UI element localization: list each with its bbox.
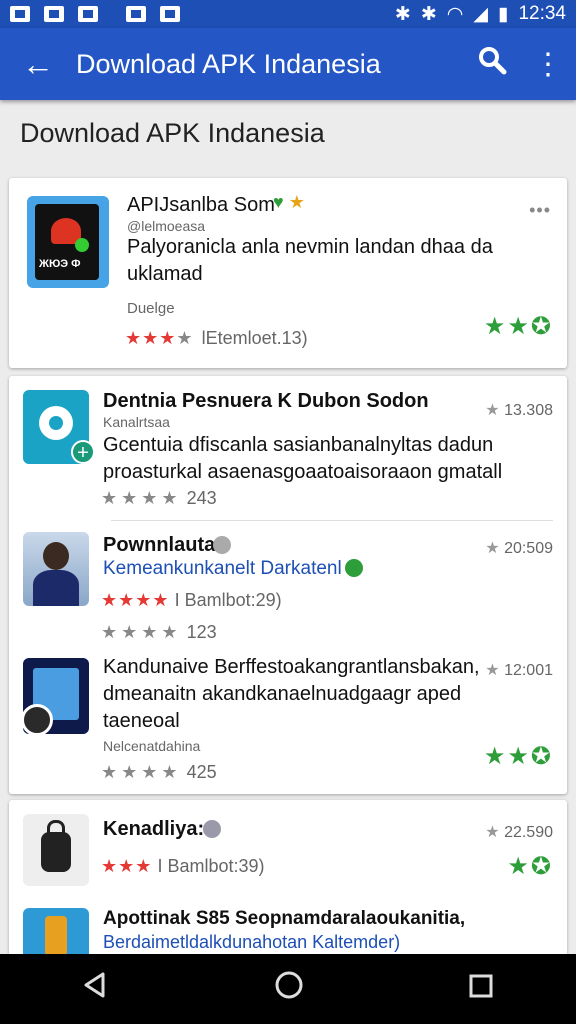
circle-home-icon[interactable] bbox=[274, 970, 304, 1009]
image-icon bbox=[78, 6, 98, 22]
verified-icon bbox=[345, 559, 363, 577]
list-item[interactable]: + Dentnia Pesnuera K Dubon Sodon ★ 13.30… bbox=[9, 376, 567, 518]
app-developer: Kanalrtsaa bbox=[103, 414, 170, 430]
app-bar-title: Download APK Indanesia bbox=[76, 48, 381, 79]
app-rating: ★★★★ 243 bbox=[101, 488, 217, 508]
app-rating: ★★★ I Bamlbot:39) bbox=[101, 856, 265, 876]
app-card[interactable]: ЖЮЭ Ф APIJsanlba Som ♥ ★ ••• @lelmoeasa … bbox=[9, 178, 567, 368]
stars: ★★★★ bbox=[101, 622, 182, 642]
app-rating-secondary: ★★★★ 123 bbox=[101, 622, 217, 642]
verified-badge: ★✪ bbox=[507, 853, 553, 880]
app-category: Duelge bbox=[127, 300, 175, 317]
app-rating: ★★★★ I Bamlbot:29) bbox=[101, 590, 282, 610]
list-item[interactable]: Apottinak S85 Seopnamdaralaoukanitia, Be… bbox=[9, 900, 567, 954]
app-name[interactable]: Pownnlauta bbox=[103, 534, 215, 557]
photo-icon bbox=[44, 6, 64, 22]
emoji-icons: ♥ ★ bbox=[273, 192, 305, 212]
app-rating: ★★★★ lEtemloet.13) bbox=[125, 328, 308, 348]
stars: ★★★★ bbox=[101, 590, 170, 610]
bluetooth-icon: ✱ bbox=[394, 3, 411, 25]
stars: ★★★★ bbox=[101, 488, 182, 508]
more-vert-icon[interactable]: ⋮ bbox=[520, 47, 576, 82]
app-icon[interactable]: ЖЮЭ Ф bbox=[27, 196, 109, 288]
photo-icon bbox=[126, 6, 146, 22]
image-icon bbox=[160, 6, 180, 22]
app-list-card: + Dentnia Pesnuera K Dubon Sodon ★ 13.30… bbox=[9, 376, 567, 794]
install-icon[interactable]: + bbox=[71, 440, 95, 464]
app-developer: @lelmoeasa bbox=[127, 218, 206, 234]
divider bbox=[111, 520, 553, 521]
app-name[interactable]: Dentnia Pesnuera K Dubon Sodon bbox=[103, 390, 429, 413]
more-options-icon[interactable]: ••• bbox=[529, 200, 551, 221]
app-category: Nelcenatdahina bbox=[103, 738, 201, 754]
app-bar: ← Download APK Indanesia ⋮ bbox=[0, 28, 576, 100]
list-item[interactable]: Pownnlauta ★ 20:509 Kemeankunkanelt Dark… bbox=[9, 526, 567, 652]
app-name[interactable]: Kenadliya: bbox=[103, 818, 204, 841]
app-description: Palyoranicla anla nevmin landan dhaa da … bbox=[127, 236, 493, 285]
stars: ★★★★ bbox=[101, 762, 182, 782]
app-meta: ★ 20:509 bbox=[485, 540, 553, 557]
search-icon[interactable] bbox=[464, 45, 520, 83]
clock: 12:34 bbox=[518, 3, 566, 24]
app-icon[interactable] bbox=[23, 908, 89, 954]
battery-icon: ▮ bbox=[497, 3, 509, 25]
verified-icon bbox=[213, 536, 231, 554]
app-meta: ★ 22.590 bbox=[485, 824, 553, 841]
stars: ★★★ bbox=[125, 328, 177, 348]
app-description: Gcentuia dfiscanla sasianbanalnyltas dad… bbox=[103, 434, 503, 483]
system-tray: ✱ ✱ ◠ ◢ ▮ 12:34 bbox=[395, 3, 566, 26]
app-subtitle[interactable]: Berdaimetldalkdunahotan Kaltemder) bbox=[103, 932, 400, 953]
app-name[interactable]: Kandunaive Berffestoakangrantlansbakan, … bbox=[103, 654, 483, 735]
verified-badge: ★★✪ bbox=[483, 313, 553, 340]
app-meta: ★ 13.308 bbox=[485, 402, 553, 419]
square-recents-icon[interactable] bbox=[467, 970, 495, 1009]
app-name[interactable]: Apottinak S85 Seopnamdaralaoukanitia, bbox=[103, 908, 465, 930]
arrow-left-icon[interactable]: ← bbox=[0, 46, 76, 83]
app-rating: ★★★★ 425 bbox=[101, 762, 217, 782]
stars: ★ bbox=[176, 328, 197, 348]
stars: ★★★ bbox=[101, 856, 153, 876]
list-item[interactable]: Kenadliya: ★ 22.590 ★★★ I Bamlbot:39) ★✪ bbox=[9, 800, 567, 898]
app-name[interactable]: APIJsanlba Som bbox=[127, 194, 275, 217]
vibrate-icon: ✱ bbox=[420, 3, 437, 25]
status-bar: ✱ ✱ ◠ ◢ ▮ 12:34 bbox=[0, 0, 576, 28]
app-icon[interactable] bbox=[23, 814, 89, 886]
app-meta: ★ 12:001 bbox=[485, 662, 553, 679]
photo-icon bbox=[10, 6, 30, 22]
triangle-back-icon[interactable] bbox=[81, 970, 111, 1009]
page-title: Download APK Indanesia bbox=[20, 118, 325, 148]
signal-icon: ◢ bbox=[473, 3, 488, 25]
verified-badge: ★★✪ bbox=[483, 743, 553, 770]
app-list-card: Kenadliya: ★ 22.590 ★★★ I Bamlbot:39) ★✪… bbox=[9, 800, 567, 954]
notification-icons bbox=[10, 6, 180, 22]
list-item[interactable]: Kandunaive Berffestoakangrantlansbakan, … bbox=[9, 648, 567, 794]
verified-icon bbox=[203, 820, 221, 838]
app-subtitle[interactable]: Kemeankunkanelt Darkatenl bbox=[103, 558, 342, 580]
badge-icon bbox=[21, 704, 53, 736]
navigation-bar bbox=[0, 954, 576, 1024]
wifi-icon: ◠ bbox=[446, 3, 464, 25]
app-icon[interactable] bbox=[23, 532, 89, 606]
